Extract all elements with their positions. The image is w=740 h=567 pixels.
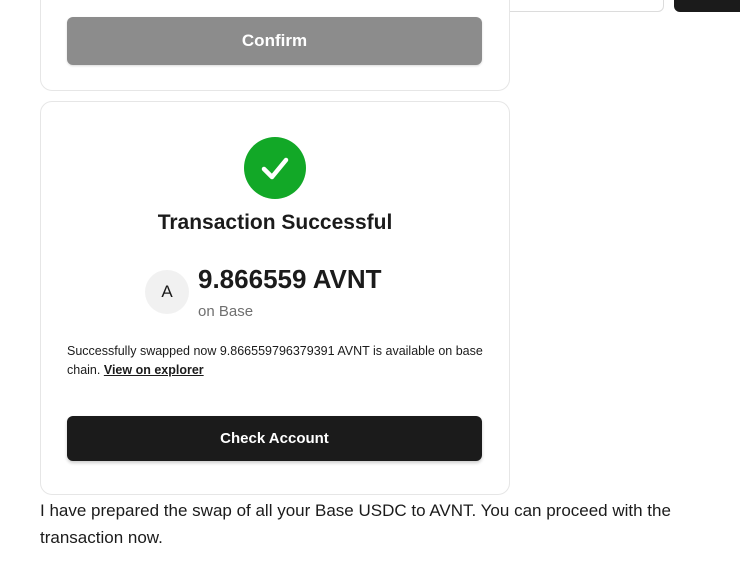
token-amount: 9.866559 AVNT	[198, 264, 382, 294]
success-title: Transaction Successful	[157, 211, 393, 234]
check-account-button[interactable]: Check Account	[67, 416, 482, 461]
transaction-success-card: Transaction Successful A 9.866559 AVNT o…	[40, 101, 510, 495]
top-action-button[interactable]	[674, 0, 740, 12]
chat-page: Confirm Transaction Successful A 9.86655…	[0, 0, 740, 567]
view-on-explorer-link[interactable]: View on explorer	[104, 363, 204, 377]
check-icon	[244, 137, 306, 199]
confirm-button[interactable]: Confirm	[67, 17, 482, 65]
success-message: Successfully swapped now 9.8665597963793…	[67, 342, 487, 380]
token-avatar: A	[145, 270, 189, 314]
token-network: on Base	[198, 303, 254, 320]
assistant-message: I have prepared the swap of all your Bas…	[40, 501, 671, 547]
confirm-card: Confirm	[40, 0, 510, 91]
